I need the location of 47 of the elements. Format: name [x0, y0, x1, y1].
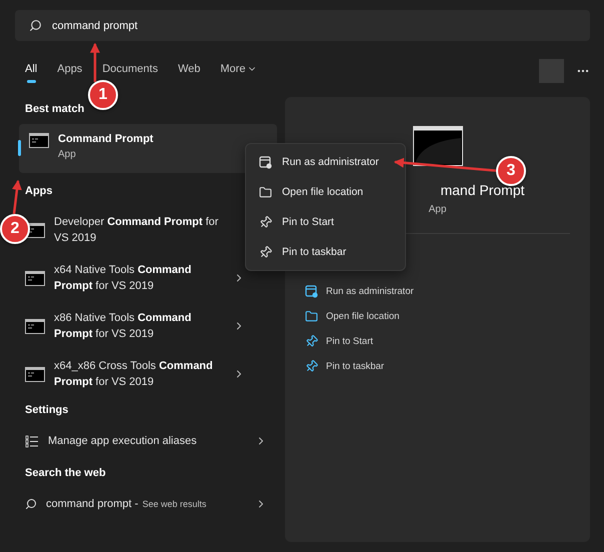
filter-tab[interactable]: More: [220, 59, 258, 83]
folder-icon: [259, 186, 272, 198]
terminal-icon: [412, 126, 462, 166]
settings-result-label: Manage app execution aliases: [48, 434, 198, 449]
web-hint: See web results: [142, 499, 206, 509]
filter-tab[interactable]: Web: [178, 59, 200, 83]
app-type: App: [58, 149, 77, 160]
detail-action[interactable]: Pin to Start: [305, 332, 590, 350]
app-result-label: x64_x86 Cross Tools Command Prompt for VS 2019: [54, 359, 214, 390]
app-result-item[interactable]: x86 Native Tools Command Prompt for VS 2019: [15, 302, 277, 350]
section-heading: Best match: [24, 103, 84, 115]
section-heading: Settings: [24, 404, 68, 416]
list-icon: [25, 434, 39, 448]
app-title: Command Prompt: [58, 133, 154, 145]
detail-action[interactable]: Open file location: [305, 307, 590, 325]
step-number: 1: [88, 80, 118, 110]
detail-action[interactable]: Run as administrator: [305, 282, 590, 300]
filter-tab[interactable]: All: [25, 59, 38, 83]
app-result-label: Developer Command Prompt for VS 2019: [54, 215, 220, 246]
web-query: command prompt -: [46, 498, 138, 510]
detail-action[interactable]: Pin to taskbar: [305, 357, 590, 375]
terminal-icon: [25, 318, 45, 334]
window-shield-icon: [305, 284, 318, 298]
menu-item[interactable]: Pin to Start: [250, 207, 401, 237]
step-number: 2: [0, 214, 30, 244]
annotation-arrow: [12, 180, 22, 214]
search-icon: [29, 19, 42, 32]
terminal-icon: [25, 270, 45, 286]
detail-type: App: [428, 204, 446, 215]
terminal-icon: [29, 133, 49, 148]
search-input[interactable]: command prompt: [52, 20, 252, 32]
filter-tab[interactable]: Apps: [57, 59, 82, 83]
best-match-item[interactable]: Command Prompt App: [19, 124, 277, 173]
web-result-item[interactable]: command prompt - See web results: [15, 488, 277, 520]
search-icon: [25, 498, 37, 510]
app-result-item[interactable]: x64_x86 Cross Tools Command Prompt for VS 2019: [15, 350, 277, 398]
app-result-label: x86 Native Tools Command Prompt for VS 2019: [54, 311, 192, 342]
menu-item[interactable]: Open file location: [250, 177, 401, 207]
window-shield-icon: [259, 156, 272, 168]
annotation-arrow: [90, 42, 100, 82]
folder-icon: [305, 310, 318, 322]
terminal-icon: [25, 366, 45, 382]
section-heading: Search the web: [24, 467, 106, 479]
filter-tab[interactable]: Documents: [102, 59, 158, 83]
app-result-label: x64 Native Tools Command Prompt for VS 2019: [54, 263, 192, 294]
section-heading: Apps: [24, 185, 52, 197]
settings-result-item[interactable]: Manage app execution aliases: [15, 425, 277, 457]
